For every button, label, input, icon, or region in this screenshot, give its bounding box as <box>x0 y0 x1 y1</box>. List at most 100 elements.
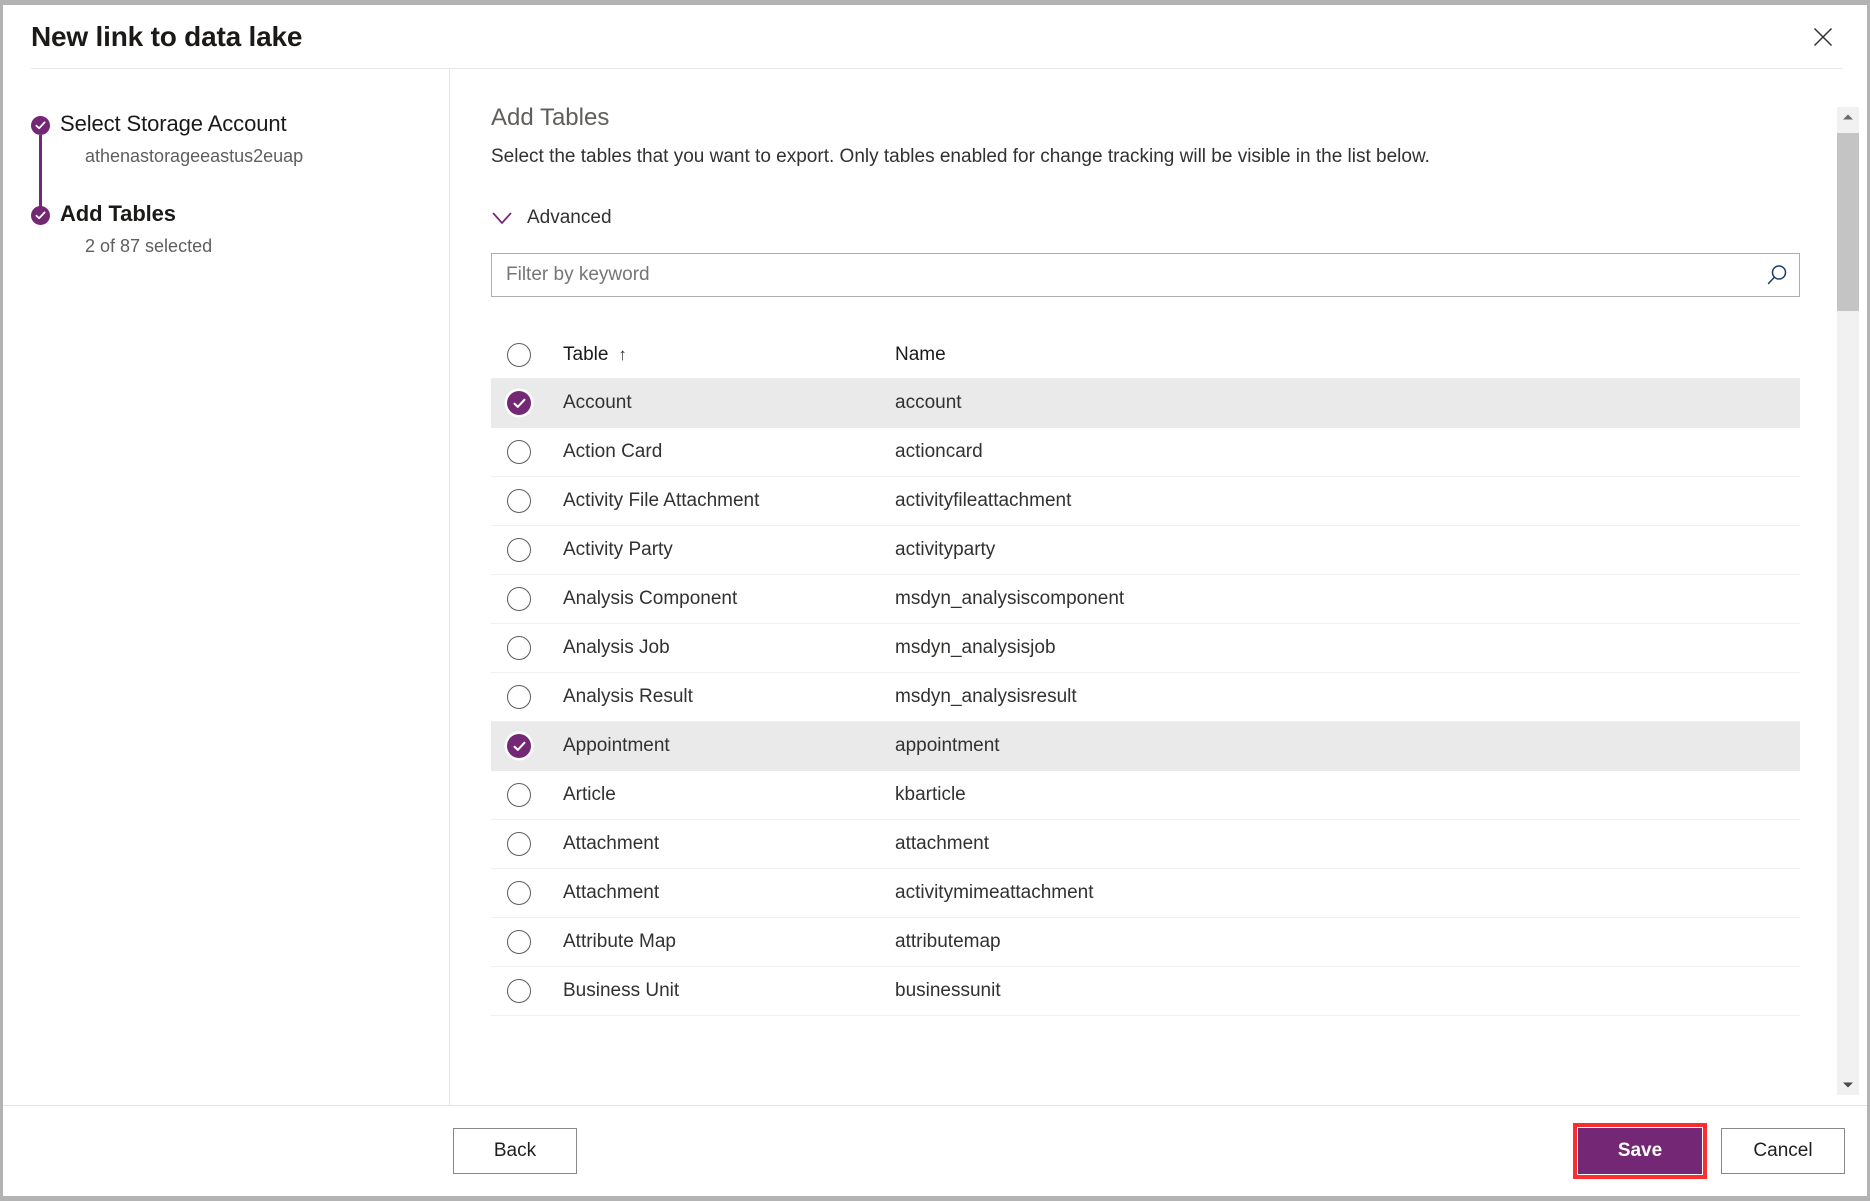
table-row[interactable]: Analysis Jobmsdyn_analysisjob <box>491 624 1800 673</box>
dialog-body: Select Storage Account athenastorageeast… <box>3 69 1867 1105</box>
table-row[interactable]: Business Unitbusinessunit <box>491 967 1800 1016</box>
cell-table-logical-name: attachment <box>895 833 1800 855</box>
close-icon[interactable] <box>1803 17 1843 57</box>
wizard-step-add-tables[interactable]: Add Tables 2 of 87 selected <box>31 201 449 257</box>
cell-table-logical-name: msdyn_analysisjob <box>895 637 1800 659</box>
back-button[interactable]: Back <box>453 1128 577 1174</box>
cell-table-logical-name: appointment <box>895 735 1800 757</box>
table-row[interactable]: Activity Partyactivityparty <box>491 526 1800 575</box>
check-glyph <box>35 120 46 131</box>
magnifier-glyph <box>1764 262 1790 288</box>
select-all-radio[interactable] <box>507 343 531 367</box>
row-radio[interactable] <box>507 538 531 562</box>
content-scroll-area: Add Tables Select the tables that you wa… <box>491 103 1867 1105</box>
cell-table-display-name: Attachment <box>563 833 895 855</box>
row-select-cell <box>507 440 563 464</box>
content-pane: Add Tables Select the tables that you wa… <box>450 69 1867 1105</box>
check-glyph <box>513 740 526 753</box>
check-circle-icon <box>31 116 50 135</box>
table-row[interactable]: Appointmentappointment <box>491 722 1800 771</box>
vertical-scrollbar[interactable] <box>1837 107 1859 1095</box>
table-row[interactable]: Analysis Resultmsdyn_analysisresult <box>491 673 1800 722</box>
wizard-step-select-storage-account[interactable]: Select Storage Account athenastorageeast… <box>31 111 449 167</box>
column-header-table[interactable]: Table ↑ <box>563 344 895 366</box>
check-glyph <box>35 210 46 221</box>
chevron-down-icon <box>491 207 513 229</box>
select-all-cell <box>507 343 563 367</box>
row-select-cell <box>507 832 563 856</box>
cell-table-logical-name: businessunit <box>895 980 1800 1002</box>
cell-table-display-name: Activity File Attachment <box>563 490 895 512</box>
row-radio[interactable] <box>507 832 531 856</box>
sort-ascending-icon: ↑ <box>618 345 627 364</box>
row-radio[interactable] <box>507 685 531 709</box>
row-radio[interactable] <box>507 587 531 611</box>
save-button[interactable]: Save <box>1578 1128 1702 1174</box>
table-row[interactable]: Activity File Attachmentactivityfileatta… <box>491 477 1800 526</box>
row-radio[interactable] <box>507 489 531 513</box>
cell-table-logical-name: actioncard <box>895 441 1800 463</box>
row-select-cell <box>507 881 563 905</box>
column-header-name-label: Name <box>895 344 946 365</box>
wizard-connector <box>39 135 42 207</box>
cell-table-display-name: Analysis Job <box>563 637 895 659</box>
check-circle-icon <box>31 206 50 225</box>
column-header-name[interactable]: Name <box>895 344 1800 366</box>
table-rows-host: AccountaccountAction CardactioncardActiv… <box>491 379 1800 1016</box>
search-icon[interactable] <box>1755 254 1799 296</box>
search-input[interactable] <box>491 253 1800 297</box>
wizard-step-subtext: 2 of 87 selected <box>85 235 449 257</box>
table-row[interactable]: Analysis Componentmsdyn_analysiscomponen… <box>491 575 1800 624</box>
table-row[interactable]: Attachmentattachment <box>491 820 1800 869</box>
wizard-step-label: Add Tables <box>60 201 449 227</box>
scroll-up-button[interactable] <box>1837 107 1859 127</box>
cell-table-logical-name: kbarticle <box>895 784 1800 806</box>
column-header-table-label: Table <box>563 344 608 365</box>
table-row[interactable]: Accountaccount <box>491 379 1800 428</box>
cell-table-display-name: Action Card <box>563 441 895 463</box>
row-radio[interactable] <box>507 979 531 1003</box>
row-checked-icon[interactable] <box>507 734 531 758</box>
row-radio[interactable] <box>507 881 531 905</box>
save-button-highlight: Save <box>1573 1123 1707 1179</box>
cancel-button[interactable]: Cancel <box>1721 1128 1845 1174</box>
wizard-rail: Select Storage Account athenastorageeast… <box>3 69 450 1105</box>
cell-table-logical-name: account <box>895 392 1800 414</box>
row-select-cell <box>507 783 563 807</box>
table-row[interactable]: Action Cardactioncard <box>491 428 1800 477</box>
caret-down-icon <box>1842 1081 1854 1089</box>
cell-table-display-name: Appointment <box>563 735 895 757</box>
wizard-step-label: Select Storage Account <box>60 111 449 137</box>
row-select-cell <box>507 979 563 1003</box>
table-row[interactable]: Attribute Mapattributemap <box>491 918 1800 967</box>
caret-up-icon <box>1842 113 1854 121</box>
row-radio[interactable] <box>507 930 531 954</box>
row-select-cell <box>507 930 563 954</box>
row-radio[interactable] <box>507 440 531 464</box>
check-glyph <box>513 397 526 410</box>
wizard-step-subtext: athenastorageeastus2euap <box>85 145 449 167</box>
row-select-cell <box>507 587 563 611</box>
scrollbar-track[interactable] <box>1837 127 1859 1075</box>
table-row[interactable]: Attachmentactivitymimeattachment <box>491 869 1800 918</box>
page-title: New link to data lake <box>31 23 302 51</box>
cell-table-display-name: Account <box>563 392 895 414</box>
row-radio[interactable] <box>507 636 531 660</box>
row-radio[interactable] <box>507 783 531 807</box>
row-checked-icon[interactable] <box>507 391 531 415</box>
search-field <box>491 253 1800 297</box>
row-select-cell <box>507 636 563 660</box>
cell-table-display-name: Analysis Component <box>563 588 895 610</box>
cell-table-logical-name: attributemap <box>895 931 1800 953</box>
scroll-down-button[interactable] <box>1837 1075 1859 1095</box>
scrollbar-thumb[interactable] <box>1837 133 1859 311</box>
cell-table-logical-name: msdyn_analysiscomponent <box>895 588 1800 610</box>
new-link-dialog: New link to data lake Select Storage Acc… <box>0 0 1870 1201</box>
table-row[interactable]: Articlekbarticle <box>491 771 1800 820</box>
advanced-toggle[interactable]: Advanced <box>491 207 612 229</box>
cell-table-display-name: Business Unit <box>563 980 895 1002</box>
cell-table-display-name: Article <box>563 784 895 806</box>
cell-table-logical-name: activitymimeattachment <box>895 882 1800 904</box>
advanced-label: Advanced <box>527 207 612 229</box>
cell-table-display-name: Activity Party <box>563 539 895 561</box>
